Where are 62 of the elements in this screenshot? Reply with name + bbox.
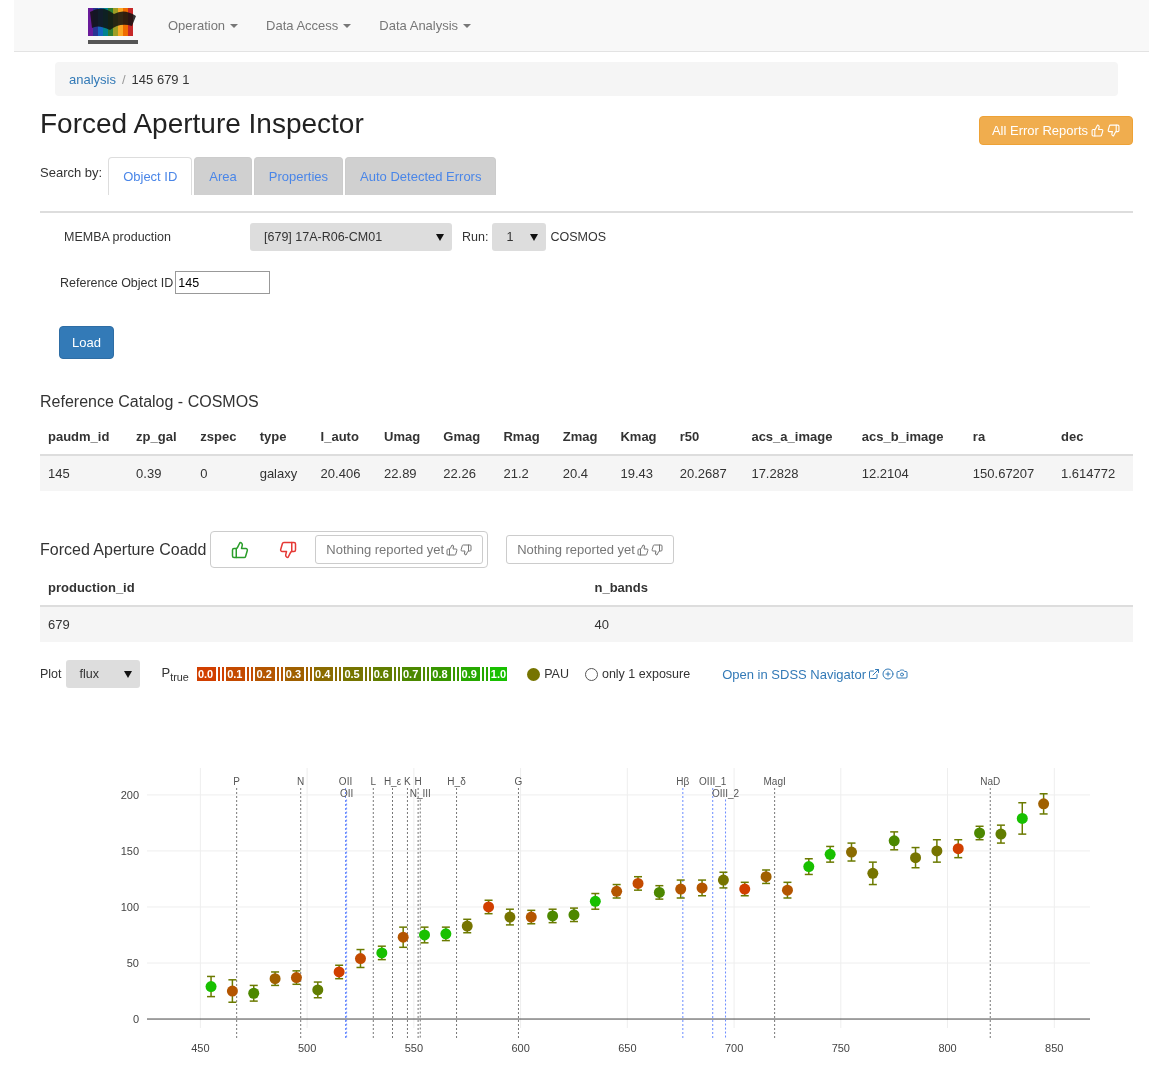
run-label: Run: [462, 230, 489, 244]
y-tick-label: 50 [126, 957, 139, 969]
table-cell: 12.2104 [853, 455, 965, 491]
table-cell: 1.614772 [1052, 455, 1133, 491]
probability-label: P$_{true}$ [161, 665, 189, 683]
x-tick-label: 600 [511, 1042, 530, 1054]
table-cell: 0 [192, 455, 252, 491]
table-cell: 150.67207 [964, 455, 1053, 491]
catalog-label: COSMOS [550, 230, 606, 244]
section-title: Forced Aperture Coadd [40, 540, 207, 559]
spectral-line-label: H_δ [447, 776, 466, 787]
page-title: Forced Aperture Inspector [40, 108, 364, 140]
spectral-line-label: OIII_2 [711, 787, 740, 799]
spectral-line-label: L [370, 776, 377, 787]
spectral-line-label: P [233, 776, 240, 787]
x-tick-label: 500 [297, 1042, 317, 1054]
plot-label: Plot [40, 667, 62, 681]
y-tick-label: 100 [120, 900, 139, 913]
exposure-label: only 1 exposure [601, 667, 691, 681]
table-cell: galaxy [251, 455, 313, 491]
spectral-line-label: H [414, 776, 422, 787]
spectral-line-label: H_ε [383, 776, 402, 787]
section-title: Reference Catalog - COSMOS [40, 393, 260, 411]
x-tick-label: 700 [724, 1042, 744, 1054]
spectral-line-label: OII [338, 776, 353, 787]
search-label: Search by: [40, 165, 103, 180]
table-cell: 40 [586, 606, 1133, 642]
breadcrumb-current: 145 679 1 [131, 71, 190, 87]
x-tick-label: 650 [618, 1042, 637, 1054]
reference-id-label: Reference Object ID [60, 275, 174, 290]
x-tick-label: 450 [191, 1042, 210, 1054]
table-cell: 19.43 [612, 455, 672, 491]
y-tick-label: 0 [132, 1013, 139, 1026]
table-cell: 679 [40, 606, 587, 642]
table-cell: 22.89 [376, 455, 436, 491]
spectral-line-label: OIII_1 [699, 776, 727, 787]
x-tick-label: 550 [404, 1042, 424, 1054]
table-cell: 21.2 [495, 455, 555, 491]
spectral-line-label: OII [339, 787, 354, 799]
breadcrumb-separator: / [121, 71, 126, 87]
production-label: MEMBA production [63, 230, 172, 244]
table-cell: 20.2687 [671, 455, 744, 491]
y-tick-label: 200 [120, 788, 139, 801]
y-tick-label: 150 [120, 844, 139, 857]
spectral-line-label: Hβ [676, 776, 690, 787]
spectral-line-label: NaD [980, 776, 1001, 787]
probability-scale: 0.0 0.1 0.2 0.3 0.4 0.5 0.6 0.7 0.8 0.9 1.0 [196, 667, 508, 681]
table-cell: 17.2828 [743, 455, 854, 491]
table-cell: 20.406 [312, 455, 377, 491]
legend-label: PAU [544, 667, 569, 681]
spectral-line-label: MagI [763, 776, 786, 787]
spectral-line-label: N [297, 776, 305, 787]
x-tick-label: 800 [938, 1042, 957, 1054]
table-cell: 20.4 [554, 455, 613, 491]
x-tick-label: 750 [831, 1042, 850, 1054]
table-cell: 145 [40, 455, 129, 491]
x-tick-label: 850 [1045, 1042, 1064, 1054]
table-cell: 22.26 [435, 455, 496, 491]
spectral-line-label: K [404, 776, 411, 787]
spectral-line-label: G [514, 776, 523, 787]
table-cell: 0.39 [128, 455, 193, 491]
spectral-line-label: N_III [409, 787, 431, 799]
